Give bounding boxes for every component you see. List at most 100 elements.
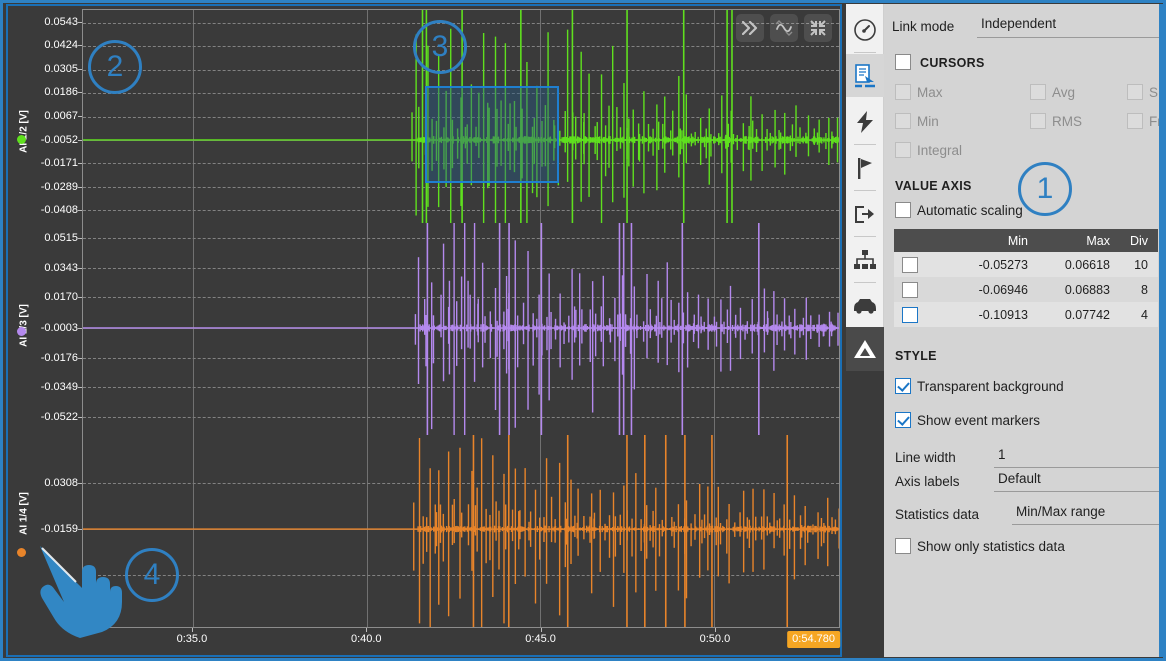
application-window: AI 1/2 [V] 0.0543 0.0424 0.0305 0.0186 0… bbox=[0, 0, 1166, 661]
show-event-markers-label: Show event markers bbox=[917, 413, 1041, 428]
flag-icon[interactable] bbox=[846, 146, 884, 189]
cursors-checkbox[interactable] bbox=[895, 54, 911, 70]
y-tick-label: -0.0408 bbox=[40, 204, 78, 217]
y-tick-label: 0.0515 bbox=[44, 231, 78, 244]
y-tick-label: 0.0543 bbox=[44, 15, 78, 28]
cursor-avg-label: Avg bbox=[1052, 85, 1076, 100]
y-tick-label: 0.0186 bbox=[44, 86, 78, 99]
statistics-data-label: Statistics data bbox=[895, 507, 980, 522]
x-tick-label: 0:50.0 bbox=[699, 633, 731, 645]
cell-div: 4 bbox=[1141, 307, 1148, 322]
table-header-row: Min Max Div bbox=[894, 229, 1158, 252]
cursor-max-checkbox[interactable] bbox=[895, 84, 911, 100]
cursor-min-label: Min bbox=[917, 114, 939, 129]
properties-panel[interactable]: Link mode Independent CURSORS Max Avg S … bbox=[884, 4, 1163, 657]
annotation-circle-1: 1 bbox=[1018, 162, 1072, 216]
x-axis[interactable]: 0:35.0 0:40.0 0:45.0 0:50.0 0:54.780 bbox=[82, 627, 840, 653]
y-axis-ai12: 0.0543 0.0424 0.0305 0.0186 0.0067 -0.0052 -0.… bbox=[12, 9, 82, 223]
y-axis-ai13: 0.0515 0.0343 0.0170 -0.0003 -0.0176 -0.0349 -… bbox=[12, 223, 82, 435]
row-checkbox[interactable] bbox=[902, 281, 918, 298]
automatic-scaling-label: Automatic scaling bbox=[917, 203, 1023, 218]
transparent-background-label: Transparent background bbox=[917, 379, 1064, 394]
y-tick-label: 0.0343 bbox=[44, 261, 78, 274]
link-mode-field[interactable]: Independent bbox=[977, 16, 1159, 38]
lightning-icon[interactable] bbox=[846, 100, 884, 143]
table-row[interactable]: -0.10913 0.07742 4 bbox=[894, 302, 1158, 327]
plot-panel-ai13[interactable]: 0.0515 0.0343 0.0170 -0.0003 -0.0176 -0.0349 -… bbox=[41, 223, 840, 435]
cursor-max-label: Max bbox=[917, 85, 943, 100]
cursor-integral-checkbox[interactable] bbox=[895, 142, 911, 158]
style-title: STYLE bbox=[895, 349, 937, 363]
y-tick-label: -0.0176 bbox=[40, 351, 78, 364]
column-header-max: Max bbox=[1086, 233, 1110, 248]
statistics-data-field[interactable]: Min/Max range bbox=[1012, 504, 1162, 525]
cell-max: 0.06883 bbox=[1064, 282, 1110, 297]
plot-panel-ai14[interactable]: 0.0308 -0.0159 bbox=[41, 435, 840, 627]
link-mode-label: Link mode bbox=[892, 19, 955, 34]
axis-labels-field[interactable]: Default bbox=[994, 471, 1162, 492]
waveform-ai13 bbox=[83, 223, 839, 435]
axis-labels-label: Axis labels bbox=[895, 474, 960, 489]
gauge-icon[interactable] bbox=[846, 8, 884, 51]
collapse-button[interactable] bbox=[804, 14, 832, 42]
cursor-min-checkbox[interactable] bbox=[895, 113, 911, 129]
cursor-std-checkbox[interactable] bbox=[1127, 84, 1143, 100]
cell-max: 0.07742 bbox=[1064, 307, 1110, 322]
row-checkbox[interactable] bbox=[902, 306, 918, 323]
chart-toolbar[interactable] bbox=[736, 14, 832, 42]
line-width-label: Line width bbox=[895, 450, 956, 465]
recorder-icon[interactable] bbox=[846, 54, 884, 97]
export-icon[interactable] bbox=[846, 192, 884, 235]
cursor-std-label: S bbox=[1149, 85, 1159, 100]
show-only-statistics-checkbox[interactable] bbox=[895, 538, 911, 554]
y-tick-label: 0.0067 bbox=[44, 110, 78, 122]
cell-min: -0.10913 bbox=[978, 307, 1028, 322]
triangle-logo-icon[interactable] bbox=[846, 327, 884, 371]
y-tick-label: 0.0308 bbox=[44, 477, 78, 489]
show-event-markers-checkbox[interactable] bbox=[895, 412, 911, 428]
row-checkbox[interactable] bbox=[902, 256, 918, 273]
table-row[interactable]: -0.05273 0.06618 10 bbox=[894, 252, 1158, 277]
vehicle-icon[interactable] bbox=[846, 284, 884, 327]
auto-scale-button[interactable] bbox=[770, 14, 798, 42]
time-cursor-badge[interactable]: 0:54.780 bbox=[787, 631, 840, 648]
y-tick-label: -0.0522 bbox=[40, 410, 78, 423]
transparent-background-checkbox[interactable] bbox=[895, 378, 911, 394]
waveform-ai14 bbox=[83, 435, 839, 627]
cell-div: 10 bbox=[1134, 257, 1148, 272]
y-tick-label: 0.0170 bbox=[44, 291, 78, 304]
cell-div: 8 bbox=[1141, 282, 1148, 297]
line-width-field[interactable]: 1 bbox=[994, 447, 1162, 468]
x-tick-label: 0:40.0 bbox=[350, 633, 382, 645]
cursor-freq-checkbox[interactable] bbox=[1127, 113, 1143, 129]
panel-scrollbar[interactable] bbox=[1159, 4, 1163, 657]
tool-rail[interactable] bbox=[846, 4, 884, 657]
cursors-title: CURSORS bbox=[920, 56, 985, 70]
cell-min: -0.05273 bbox=[978, 257, 1028, 272]
show-only-statistics-label: Show only statistics data bbox=[917, 539, 1065, 554]
y-tick-label: -0.0003 bbox=[40, 321, 78, 334]
y-tick-label: -0.0052 bbox=[40, 133, 78, 146]
cell-min: -0.06946 bbox=[978, 282, 1028, 297]
hand-cursor-icon bbox=[24, 532, 134, 647]
value-axis-table[interactable]: Min Max Div -0.05273 0.06618 10 -0.06946… bbox=[894, 229, 1158, 327]
automatic-scaling-checkbox[interactable] bbox=[895, 202, 911, 218]
cursor-avg-checkbox[interactable] bbox=[1030, 84, 1046, 100]
table-row[interactable]: -0.06946 0.06883 8 bbox=[894, 277, 1158, 302]
y-tick-label: -0.0349 bbox=[40, 381, 78, 394]
x-tick-label: 0:45.0 bbox=[525, 633, 556, 645]
y-tick-label: 0.0305 bbox=[44, 62, 78, 75]
network-icon[interactable] bbox=[846, 238, 884, 281]
annotation-circle-3: 3 bbox=[413, 20, 467, 74]
plot-canvas-ai14[interactable] bbox=[82, 435, 840, 627]
value-axis-title: VALUE AXIS bbox=[895, 179, 972, 193]
cursor-rms-checkbox[interactable] bbox=[1030, 113, 1046, 129]
y-tick-label: 0.0424 bbox=[44, 39, 78, 52]
cell-max: 0.06618 bbox=[1064, 257, 1110, 272]
chart-area[interactable]: AI 1/2 [V] 0.0543 0.0424 0.0305 0.0186 0… bbox=[10, 8, 840, 653]
column-header-div: Div bbox=[1129, 233, 1148, 248]
fast-forward-button[interactable] bbox=[736, 14, 764, 42]
annotation-circle-2: 2 bbox=[88, 40, 142, 94]
zoom-selection-rect[interactable] bbox=[425, 86, 559, 183]
plot-canvas-ai13[interactable] bbox=[82, 223, 840, 435]
